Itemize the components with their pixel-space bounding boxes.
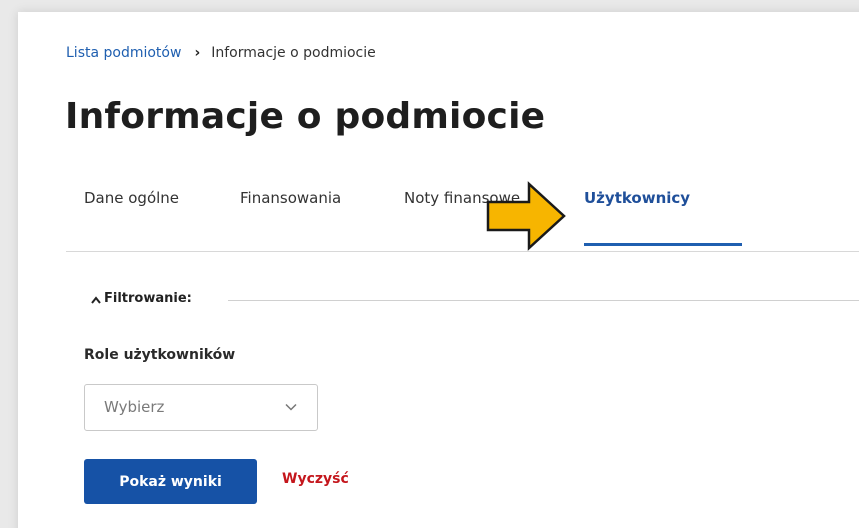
chevron-up-icon xyxy=(91,296,101,304)
tab-users[interactable]: Użytkownicy xyxy=(584,186,690,246)
role-select[interactable]: Wybierz xyxy=(84,384,318,431)
tab-financing[interactable]: Finansowania xyxy=(240,186,341,246)
breadcrumb-link-entities[interactable]: Lista podmiotów xyxy=(66,45,181,61)
chevron-down-icon xyxy=(285,403,297,411)
role-select-value: Wybierz xyxy=(104,398,165,416)
filter-label: Filtrowanie: xyxy=(104,291,192,306)
active-tab-indicator xyxy=(584,243,742,246)
breadcrumb: Lista podmiotów › Informacje o podmiocie xyxy=(66,45,376,61)
show-results-button[interactable]: Pokaż wyniki xyxy=(84,459,257,504)
content-panel xyxy=(18,12,859,528)
breadcrumb-separator-icon: › xyxy=(194,45,201,61)
tab-bar: Dane ogólne Finansowania Noty finansowe … xyxy=(66,186,859,252)
clear-button[interactable]: Wyczyść xyxy=(282,471,349,487)
role-filter-label: Role użytkowników xyxy=(84,347,236,363)
filter-divider xyxy=(228,300,859,301)
breadcrumb-current: Informacje o podmiocie xyxy=(211,45,376,61)
arrow-right-icon xyxy=(486,181,566,251)
filter-section-header[interactable]: Filtrowanie: xyxy=(66,290,859,310)
page-title: Informacje o podmiocie xyxy=(65,96,546,137)
tab-general-data[interactable]: Dane ogólne xyxy=(84,186,179,246)
